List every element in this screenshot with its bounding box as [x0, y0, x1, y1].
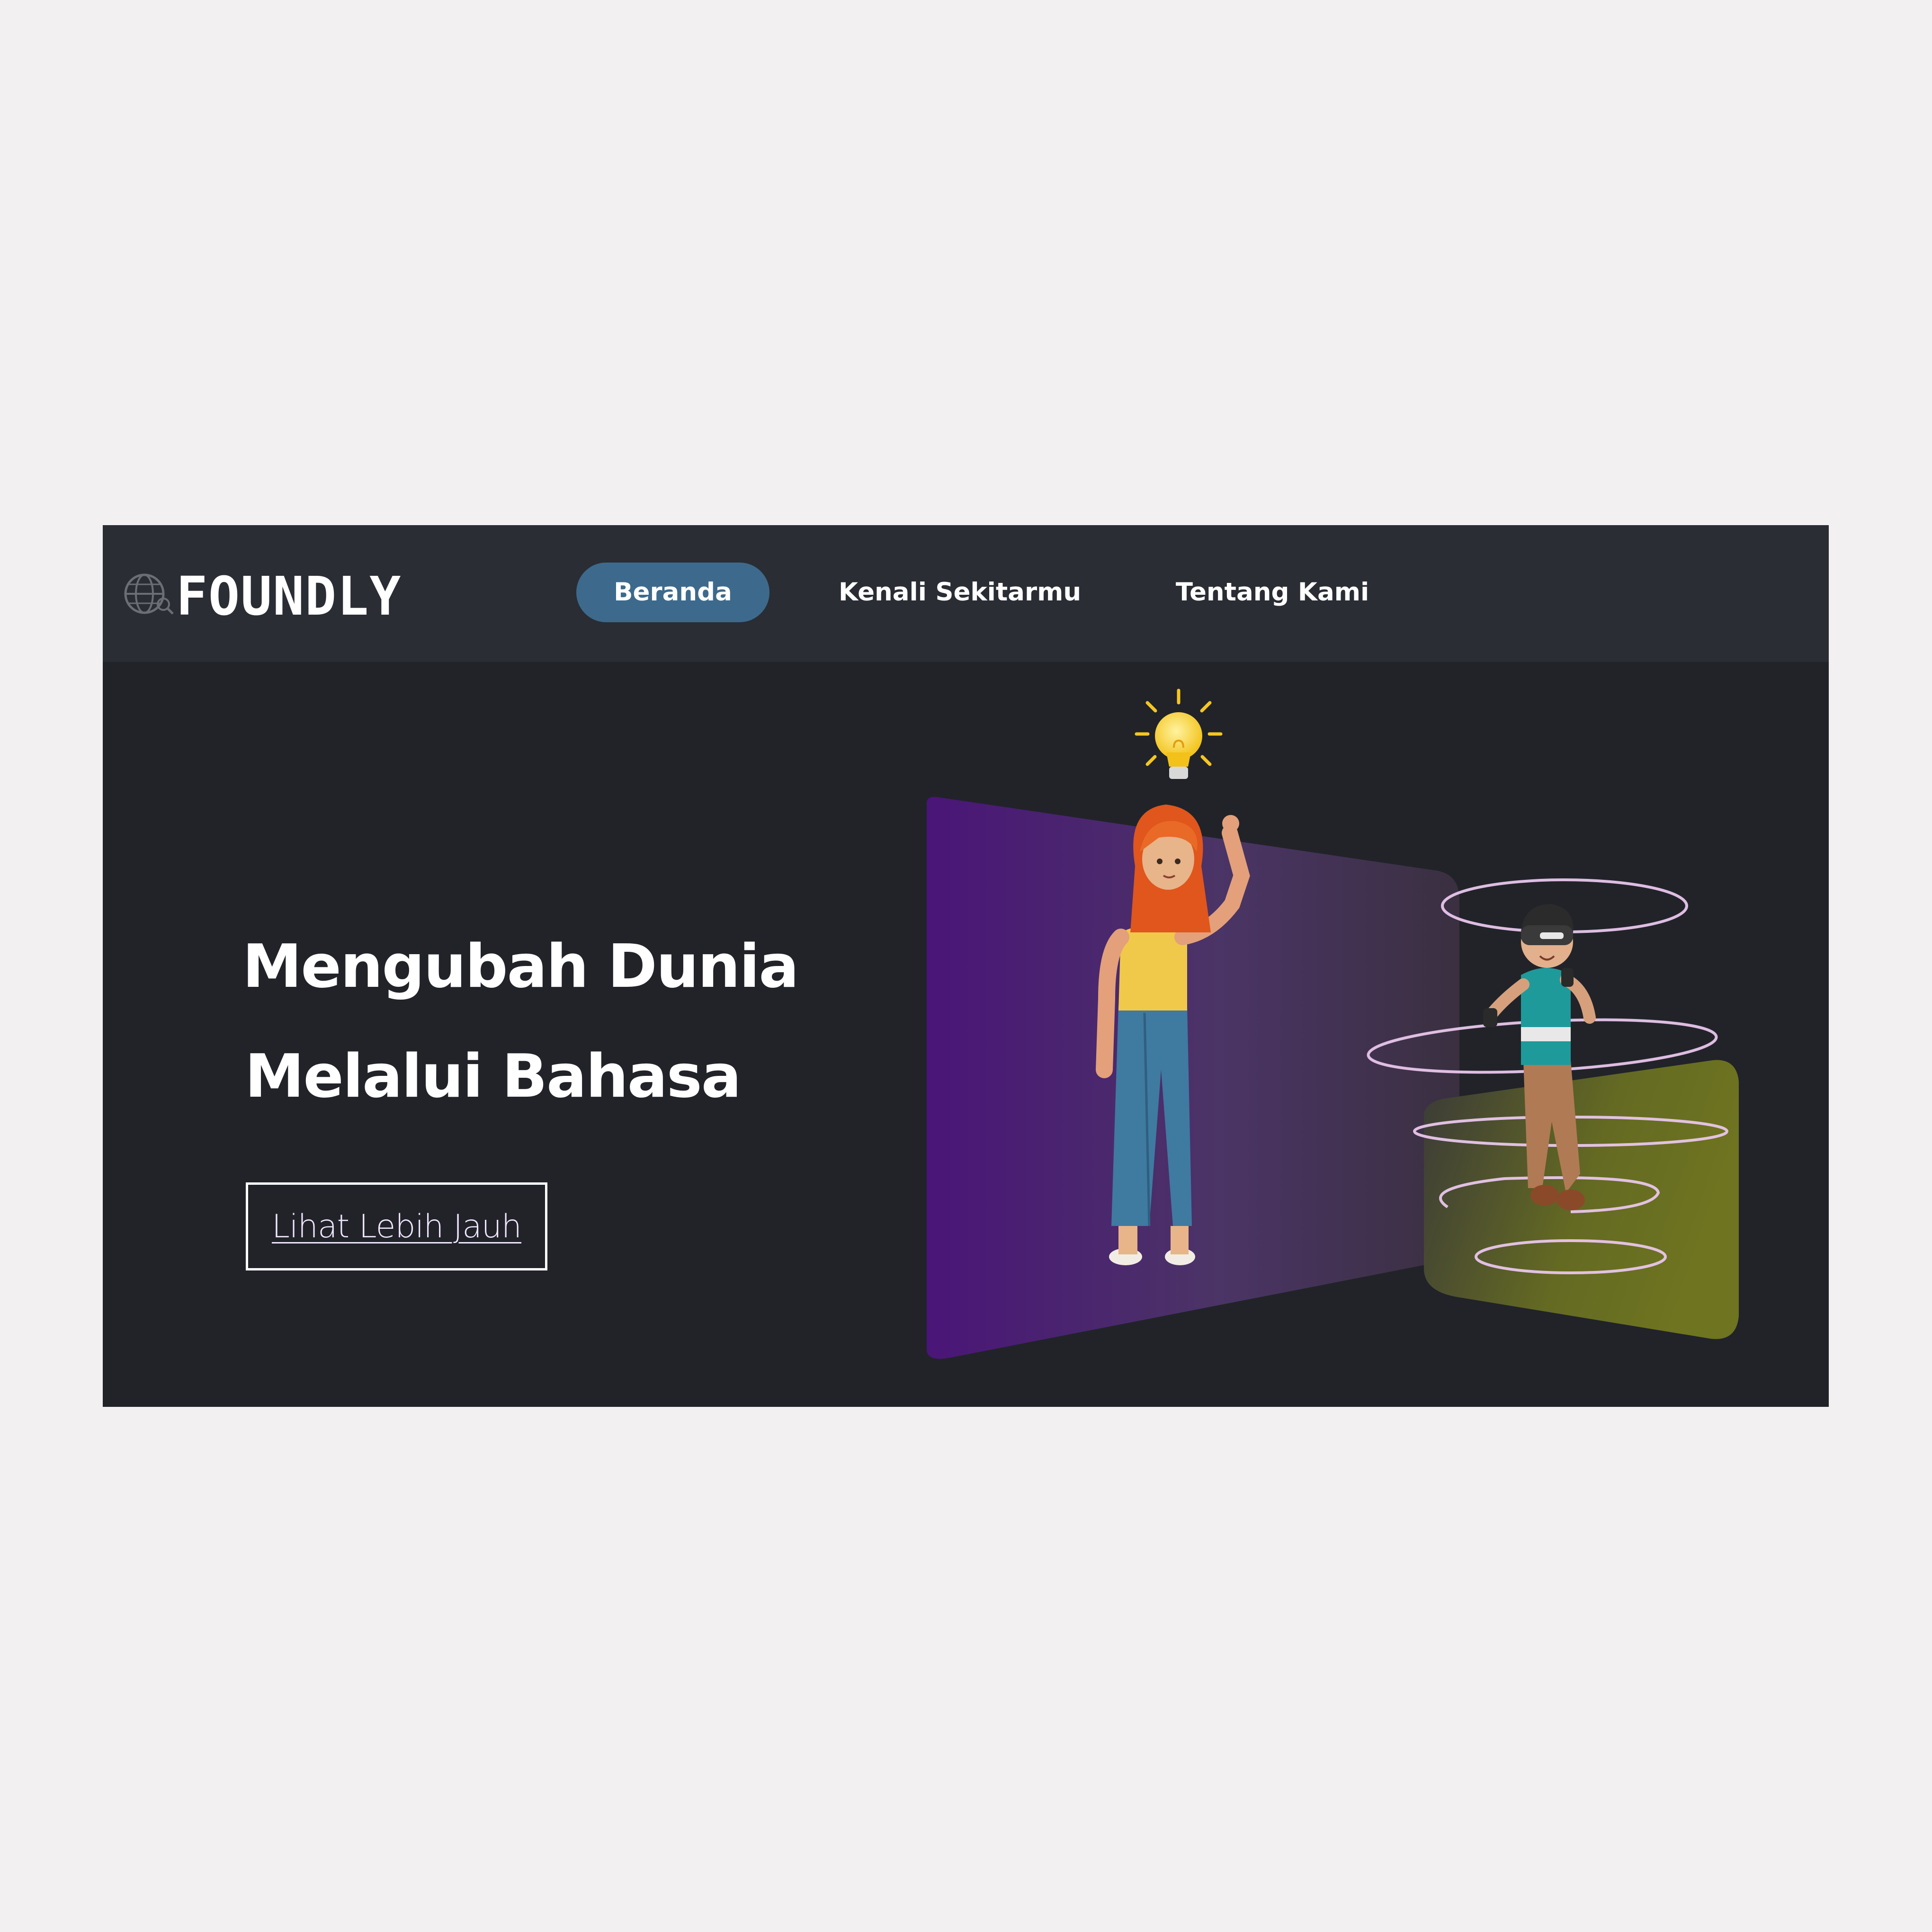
site-frame: FOUNDLY Beranda Kenali Sekitarmu Tentang… [103, 525, 1829, 1407]
lightbulb-icon [1135, 689, 1223, 779]
hero-illustration [927, 689, 1739, 1359]
